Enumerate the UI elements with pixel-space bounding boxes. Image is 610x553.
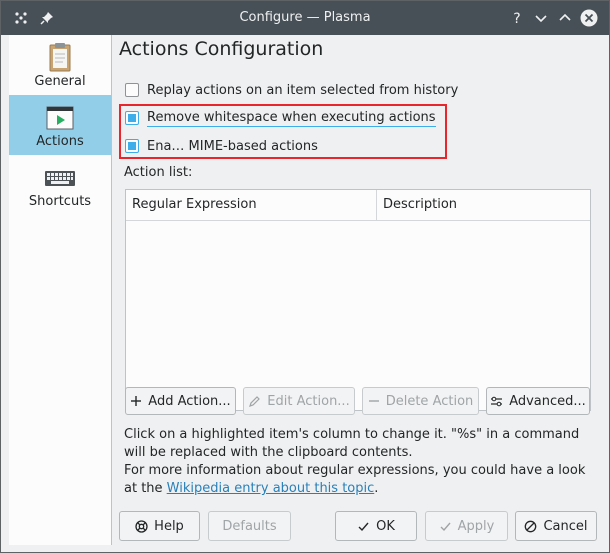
title-bar[interactable]: Configure — Plasma ? xyxy=(1,1,609,35)
regex-hint: For more information about regular expre… xyxy=(124,462,594,498)
add-action-button[interactable]: Add Action... xyxy=(125,387,236,415)
maximize-icon[interactable] xyxy=(556,9,574,27)
help-text: Click on a highlighted item's column to … xyxy=(124,426,594,498)
sidebar-item-label: Actions xyxy=(36,134,84,149)
wikipedia-link[interactable]: Wikipedia entry about this topic xyxy=(167,481,375,496)
sidebar-item-label: General xyxy=(34,74,86,89)
table-header: Regular Expression Description xyxy=(126,190,590,221)
cancel-icon xyxy=(524,520,537,533)
defaults-button[interactable]: Defaults xyxy=(208,511,291,541)
add-action-label: Add Action... xyxy=(148,393,231,409)
delete-action-label: Delete Action xyxy=(385,393,474,409)
column-header-description[interactable]: Description xyxy=(377,190,589,220)
close-icon[interactable] xyxy=(580,9,598,27)
lifebuoy-icon xyxy=(135,519,148,533)
advanced-label: Advanced... xyxy=(509,393,586,409)
run-icon xyxy=(44,101,76,133)
cancel-button[interactable]: Cancel xyxy=(515,511,597,541)
apply-button[interactable]: Apply xyxy=(425,511,508,541)
checkmark-icon xyxy=(357,520,370,533)
apply-label: Apply xyxy=(457,518,495,534)
sidebar-item-general[interactable]: General xyxy=(9,35,111,95)
cancel-label: Cancel xyxy=(543,518,588,534)
plus-icon xyxy=(130,395,142,407)
ok-label: OK xyxy=(376,518,395,534)
edit-action-button[interactable]: Edit Action... xyxy=(243,387,355,415)
delete-action-button[interactable]: Delete Action xyxy=(362,387,479,415)
sliders-icon xyxy=(490,395,503,408)
replay-actions-checkbox[interactable] xyxy=(125,83,139,97)
page-title: Actions Configuration xyxy=(119,38,324,60)
edit-action-label: Edit Action... xyxy=(267,393,350,409)
replay-actions-label: Replay actions on an item selected from … xyxy=(147,82,459,98)
advanced-button[interactable]: Advanced... xyxy=(486,387,590,415)
action-list-label: Action list: xyxy=(124,165,193,180)
sidebar-item-actions[interactable]: Actions xyxy=(9,95,111,155)
checkmark-icon xyxy=(439,520,452,533)
annotation-highlight-box xyxy=(119,104,447,159)
clipboard-icon xyxy=(44,41,76,73)
action-list-table[interactable]: Regular Expression Description xyxy=(125,189,591,411)
svg-text:?: ? xyxy=(513,11,520,26)
sidebar-item-shortcuts[interactable]: Shortcuts xyxy=(9,155,111,215)
replay-actions-option[interactable]: Replay actions on an item selected from … xyxy=(125,80,458,100)
sidebar-item-label: Shortcuts xyxy=(28,194,92,209)
minimize-icon[interactable] xyxy=(532,9,550,27)
help-button[interactable]: Help xyxy=(119,511,200,541)
configure-window: Configure — Plasma ? General Actions Sho… xyxy=(0,0,610,553)
defaults-label: Defaults xyxy=(222,518,277,534)
pencil-icon xyxy=(248,395,261,408)
regex-hint-suffix: . xyxy=(374,481,379,496)
help-question-icon[interactable]: ? xyxy=(508,9,526,27)
minus-icon xyxy=(368,395,380,407)
keyboard-icon xyxy=(44,161,76,193)
column-header-regular-expression[interactable]: Regular Expression xyxy=(126,190,377,220)
clipboard-hint: Click on a highlighted item's column to … xyxy=(124,427,580,460)
actions-page: Actions Configuration Replay actions on … xyxy=(112,35,608,551)
ok-button[interactable]: OK xyxy=(335,511,417,541)
sidebar: General Actions Shortcuts xyxy=(9,35,112,545)
help-label: Help xyxy=(154,518,184,534)
